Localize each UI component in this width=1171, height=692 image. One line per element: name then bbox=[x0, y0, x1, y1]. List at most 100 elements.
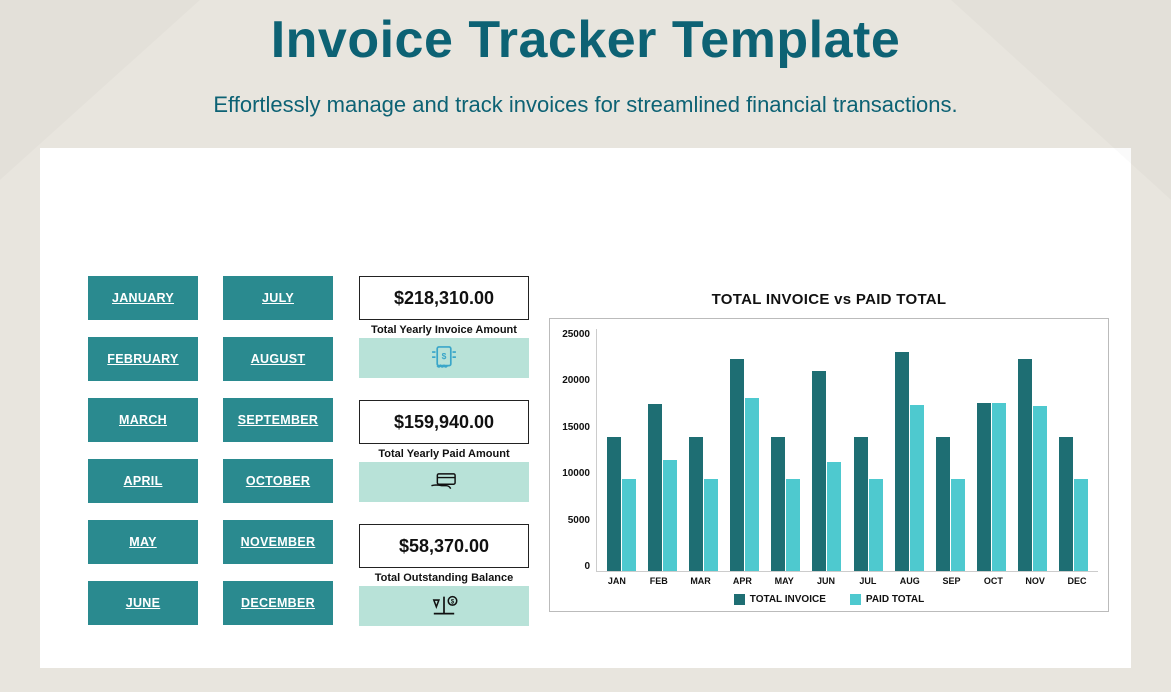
stat-outstanding-icon-band: $ bbox=[359, 586, 529, 626]
bar-total bbox=[1018, 359, 1032, 571]
stat-yearly-paid-label: Total Yearly Paid Amount bbox=[359, 448, 529, 460]
bar-paid bbox=[1033, 406, 1047, 571]
stat-yearly-paid-icon-band bbox=[359, 462, 529, 502]
stat-yearly-invoice: $218,310.00 Total Yearly Invoice Amount … bbox=[359, 276, 529, 378]
chart-legend: TOTAL INVOICE PAID TOTAL bbox=[560, 594, 1098, 605]
month-link-december[interactable]: DECEMBER bbox=[223, 581, 333, 625]
month-link-september[interactable]: SEPTEMBER bbox=[223, 398, 333, 442]
bar-total bbox=[730, 359, 744, 571]
legend-item-paid: PAID TOTAL bbox=[850, 594, 924, 605]
month-col-2: JULY AUGUST SEPTEMBER OCTOBER NOVEMBER D… bbox=[223, 276, 333, 625]
bar-total bbox=[648, 404, 662, 571]
y-tick: 10000 bbox=[560, 468, 590, 479]
page-subtitle: Effortlessly manage and track invoices f… bbox=[40, 92, 1131, 118]
bar-paid bbox=[1074, 479, 1088, 571]
bar-paid bbox=[951, 479, 965, 571]
month-link-february[interactable]: FEBRUARY bbox=[88, 337, 198, 381]
bar-group bbox=[769, 437, 803, 571]
bar-paid bbox=[704, 479, 718, 571]
bar-group bbox=[1015, 359, 1049, 571]
month-link-may[interactable]: MAY bbox=[88, 520, 198, 564]
month-col-1: JANUARY FEBRUARY MARCH APRIL MAY JUNE bbox=[88, 276, 198, 625]
bar-group bbox=[851, 437, 885, 571]
month-link-august[interactable]: AUGUST bbox=[223, 337, 333, 381]
bar-total bbox=[977, 403, 991, 571]
bar-paid bbox=[910, 405, 924, 571]
legend-item-total: TOTAL INVOICE bbox=[734, 594, 826, 605]
svg-text:$: $ bbox=[442, 351, 447, 361]
bar-group bbox=[646, 404, 680, 571]
chart-plot-area: 0 5000 10000 15000 20000 25000 bbox=[560, 329, 1098, 572]
y-tick: 5000 bbox=[560, 515, 590, 526]
bar-paid bbox=[992, 403, 1006, 571]
stat-outstanding-value: $58,370.00 bbox=[359, 524, 529, 568]
month-link-june[interactable]: JUNE bbox=[88, 581, 198, 625]
stat-yearly-invoice-icon-band: $ bbox=[359, 338, 529, 378]
bar-paid bbox=[827, 462, 841, 571]
chart-bars-area bbox=[596, 329, 1098, 572]
x-tick: APR bbox=[725, 576, 759, 586]
month-link-november[interactable]: NOVEMBER bbox=[223, 520, 333, 564]
y-tick: 15000 bbox=[560, 422, 590, 433]
x-tick: SEP bbox=[935, 576, 969, 586]
bar-group bbox=[1056, 437, 1090, 571]
chart-title: TOTAL INVOICE vs PAID TOTAL bbox=[712, 291, 947, 308]
x-tick: FEB bbox=[642, 576, 676, 586]
bar-group bbox=[892, 352, 926, 571]
month-link-march[interactable]: MARCH bbox=[88, 398, 198, 442]
month-button-grid: JANUARY FEBRUARY MARCH APRIL MAY JUNE JU… bbox=[88, 196, 333, 625]
bar-total bbox=[895, 352, 909, 571]
stat-yearly-invoice-value: $218,310.00 bbox=[359, 276, 529, 320]
bar-group bbox=[605, 437, 639, 571]
bar-paid bbox=[869, 479, 883, 571]
month-link-april[interactable]: APRIL bbox=[88, 459, 198, 503]
bar-total bbox=[689, 437, 703, 571]
hand-card-icon bbox=[427, 467, 461, 497]
bar-group bbox=[687, 437, 721, 571]
legend-swatch-paid bbox=[850, 594, 861, 605]
chart-section: TOTAL INVOICE vs PAID TOTAL 0 5000 10000 15… bbox=[549, 196, 1109, 612]
stat-yearly-paid: $159,940.00 Total Yearly Paid Amount bbox=[359, 400, 529, 502]
stat-outstanding: $58,370.00 Total Outstanding Balance $ bbox=[359, 524, 529, 626]
y-tick: 25000 bbox=[560, 329, 590, 340]
bar-total bbox=[812, 371, 826, 571]
page-title: Invoice Tracker Template bbox=[40, 10, 1131, 70]
summary-stats: $218,310.00 Total Yearly Invoice Amount … bbox=[359, 196, 529, 626]
bar-paid bbox=[622, 479, 636, 571]
chart-box: 0 5000 10000 15000 20000 25000 JAN FEB MAR APR MA… bbox=[549, 318, 1109, 612]
x-tick: OCT bbox=[976, 576, 1010, 586]
stat-yearly-paid-value: $159,940.00 bbox=[359, 400, 529, 444]
month-link-july[interactable]: JULY bbox=[223, 276, 333, 320]
bar-total bbox=[854, 437, 868, 571]
x-tick: DEC bbox=[1060, 576, 1094, 586]
x-tick: AUG bbox=[893, 576, 927, 586]
scale-dollar-icon: $ bbox=[427, 591, 461, 621]
hero: Invoice Tracker Template Effortlessly ma… bbox=[0, 0, 1171, 148]
y-tick: 0 bbox=[560, 561, 590, 572]
bar-group bbox=[974, 403, 1008, 571]
x-tick: JUN bbox=[809, 576, 843, 586]
x-tick: MAR bbox=[684, 576, 718, 586]
x-tick: MAY bbox=[767, 576, 801, 586]
bar-paid bbox=[745, 398, 759, 571]
chart-y-axis: 0 5000 10000 15000 20000 25000 bbox=[560, 329, 596, 572]
month-link-january[interactable]: JANUARY bbox=[88, 276, 198, 320]
legend-label-paid: PAID TOTAL bbox=[866, 594, 924, 605]
bar-total bbox=[607, 437, 621, 571]
legend-label-total: TOTAL INVOICE bbox=[750, 594, 826, 605]
bar-total bbox=[771, 437, 785, 571]
bar-group bbox=[728, 359, 762, 571]
stat-outstanding-label: Total Outstanding Balance bbox=[359, 572, 529, 584]
bar-total bbox=[936, 437, 950, 571]
legend-swatch-total bbox=[734, 594, 745, 605]
stat-yearly-invoice-label: Total Yearly Invoice Amount bbox=[359, 324, 529, 336]
bar-group bbox=[810, 371, 844, 571]
x-tick: JAN bbox=[600, 576, 634, 586]
y-tick: 20000 bbox=[560, 375, 590, 386]
bar-total bbox=[1059, 437, 1073, 571]
bar-group bbox=[933, 437, 967, 571]
bar-paid bbox=[786, 479, 800, 571]
chart-x-axis: JANFEBMARAPRMAYJUNJULAUGSEPOCTNOVDEC bbox=[560, 576, 1098, 586]
receipt-icon: $ bbox=[427, 343, 461, 373]
month-link-october[interactable]: OCTOBER bbox=[223, 459, 333, 503]
